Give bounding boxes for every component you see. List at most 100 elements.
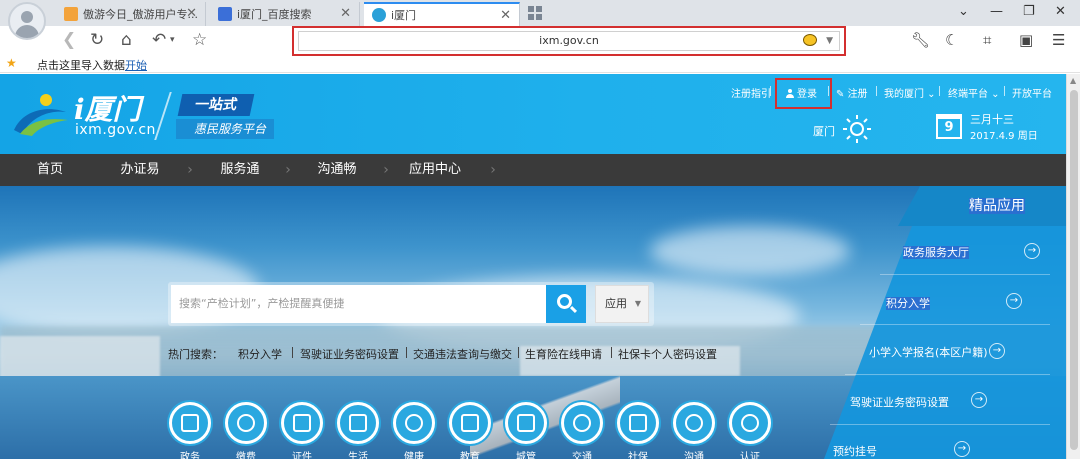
open-platform-link[interactable]: 开放平台 — [1012, 85, 1052, 100]
id-card-icon[interactable] — [281, 402, 323, 444]
app-label: 认证 — [740, 452, 760, 459]
nav-app-center[interactable]: 应用中心 — [385, 154, 485, 186]
link-divider — [939, 86, 940, 96]
social-insurance-icon[interactable] — [617, 402, 659, 444]
sun-weather-icon — [843, 115, 871, 143]
logo-divider — [154, 92, 172, 140]
featured-app-primary-enrollment[interactable]: 小学入学报名(本区户籍) — [869, 344, 988, 360]
arrow-right-icon[interactable]: → — [989, 343, 1005, 359]
tab-ixiamen[interactable]: i厦门 ✕ — [364, 2, 520, 26]
search-scope-select[interactable]: 应用 ▼ — [595, 285, 649, 323]
nav-home[interactable]: 首页 — [0, 154, 100, 186]
calendar-icon: 9 — [936, 114, 962, 139]
tab-maxthon-today[interactable]: 傲游今日_傲游用户专... ✕ — [56, 2, 206, 26]
hot-search-item[interactable]: 驾驶证业务密码设置 — [300, 346, 399, 362]
night-mode-icon[interactable]: ☾ — [945, 31, 958, 49]
terminal-platform-link[interactable]: 终端平台 ⌄ — [948, 85, 1000, 100]
communication-icon[interactable] — [673, 402, 715, 444]
undo-menu-caret-icon[interactable]: ▾ — [170, 30, 175, 50]
link-divider — [770, 86, 771, 96]
app-label: 教育 — [460, 452, 480, 459]
tab-close-icon[interactable]: ✕ — [186, 6, 197, 21]
search-input[interactable]: 搜索“产检计划”，产检提醒真便捷 — [171, 285, 546, 323]
featured-app-points-enrollment[interactable]: 积分入学 — [886, 295, 930, 311]
featured-app-gov-hall[interactable]: 政务服务大厅 — [903, 244, 969, 260]
register-link[interactable]: ✎ 注册 — [836, 85, 868, 100]
scroll-up-icon[interactable]: ▲ — [1070, 76, 1076, 85]
tab-baidu-search[interactable]: i厦门_百度搜索 ✕ — [210, 2, 360, 26]
search-button[interactable] — [546, 285, 586, 323]
chevron-down-icon: ⌄ — [988, 89, 1000, 100]
main-nav: 首页 › 办证易 › 服务通 › 沟通畅 › 应用中心 — [0, 154, 1066, 186]
search-scope-value: 应用 — [605, 297, 627, 310]
weather-city: 厦门 — [813, 125, 835, 138]
nav-services[interactable]: 服务通 — [190, 154, 290, 186]
my-xiamen-label: 我的厦门 — [884, 89, 924, 100]
screenshot-icon[interactable]: ⌗ — [983, 31, 991, 49]
tab-label: 傲游今日_傲游用户专... — [83, 8, 198, 21]
traffic-icon[interactable] — [561, 402, 603, 444]
tab-close-icon[interactable]: ✕ — [340, 6, 351, 21]
chevron-down-icon[interactable]: ⌄ — [958, 4, 969, 19]
search-box: 搜索“产检计划”，产检提醒真便捷 应用 ▼ — [168, 282, 654, 326]
login-highlight — [775, 78, 832, 109]
favorite-star-icon[interactable]: ☆ — [192, 30, 207, 50]
my-xiamen-link[interactable]: 我的厦门 ⌄ — [884, 85, 936, 100]
health-icon[interactable] — [393, 402, 435, 444]
arrow-right-icon[interactable]: → — [954, 441, 970, 457]
link-divider — [876, 86, 877, 96]
featured-app-appointment[interactable]: 预约挂号 — [833, 443, 877, 459]
arrow-right-icon[interactable]: → — [971, 392, 987, 408]
chevron-down-icon: ⌄ — [924, 89, 936, 100]
toolbox-icon[interactable]: ▣ — [1019, 31, 1033, 49]
hot-search-item[interactable]: 积分入学 — [238, 346, 282, 362]
tab-label: i厦门 — [391, 9, 417, 22]
caret-down-icon: ▼ — [634, 299, 641, 308]
home-icon[interactable]: ⌂ — [121, 30, 132, 50]
undo-icon[interactable]: ↶ — [152, 30, 166, 50]
featured-app-label: 政务服务大厅 — [903, 246, 969, 259]
minimize-icon[interactable]: — — [990, 4, 1003, 19]
app-label: 社保 — [628, 452, 648, 459]
city-management-icon[interactable] — [505, 402, 547, 444]
page-scrollbar[interactable]: ▲ — [1066, 74, 1080, 459]
hot-search-item[interactable]: 交通违法查询与缴交 — [413, 346, 512, 362]
browser-tab-bar: 傲游今日_傲游用户专... ✕ i厦门_百度搜索 ✕ i厦门 ✕ ⌄ — ❐ ✕ — [0, 0, 1080, 26]
window-close-icon[interactable]: ✕ — [1055, 4, 1066, 19]
wrench-icon[interactable]: 🔧︎ — [911, 31, 930, 49]
app-label: 城管 — [516, 452, 536, 459]
scrollbar-thumb[interactable] — [1070, 90, 1078, 450]
reload-icon[interactable]: ↻ — [90, 30, 104, 50]
tab-close-icon[interactable]: ✕ — [500, 8, 511, 23]
featured-app-driver-password[interactable]: 驾驶证业务密码设置 — [850, 394, 949, 410]
back-icon[interactable]: ❮ — [62, 30, 76, 50]
hot-search-label: 热门搜索： — [168, 348, 223, 361]
slogan-primary: 一站式 — [177, 94, 255, 116]
restore-icon[interactable]: ❐ — [1023, 4, 1035, 19]
app-label: 健康 — [404, 452, 424, 459]
current-date: 2017.4.9 周日 — [970, 131, 1038, 142]
tab-grid-icon[interactable] — [528, 6, 542, 20]
register-guide-link[interactable]: 注册指引 — [731, 85, 771, 100]
arrow-right-icon[interactable]: → — [1024, 243, 1040, 259]
ixiamen-logo-icon[interactable] — [10, 90, 70, 138]
home-life-icon[interactable] — [337, 402, 379, 444]
user-avatar[interactable] — [8, 2, 46, 40]
education-icon[interactable] — [449, 402, 491, 444]
hot-search-item[interactable]: 生育险在线申请 — [525, 346, 602, 362]
pencil-icon: ✎ — [836, 89, 848, 100]
menu-icon[interactable]: ☰ — [1052, 31, 1065, 49]
authentication-icon[interactable] — [729, 402, 771, 444]
app-label: 沟通 — [684, 452, 704, 459]
hot-search-item[interactable]: 社保卡个人密码设置 — [618, 346, 717, 362]
bookmark-hint-text: 点击这里导入数据 — [37, 59, 125, 72]
payment-icon[interactable] — [225, 402, 267, 444]
baidu-favicon-icon — [218, 7, 232, 21]
nav-communication[interactable]: 沟通畅 — [287, 154, 387, 186]
slogan-secondary: 惠民服务平台 — [176, 119, 274, 139]
bookmark-start-link[interactable]: 开始 — [125, 59, 147, 72]
arrow-right-icon[interactable]: → — [1006, 293, 1022, 309]
nav-certificates[interactable]: 办证易 — [90, 154, 190, 186]
terminal-platform-label: 终端平台 — [948, 89, 988, 100]
gov-affairs-icon[interactable] — [169, 402, 211, 444]
